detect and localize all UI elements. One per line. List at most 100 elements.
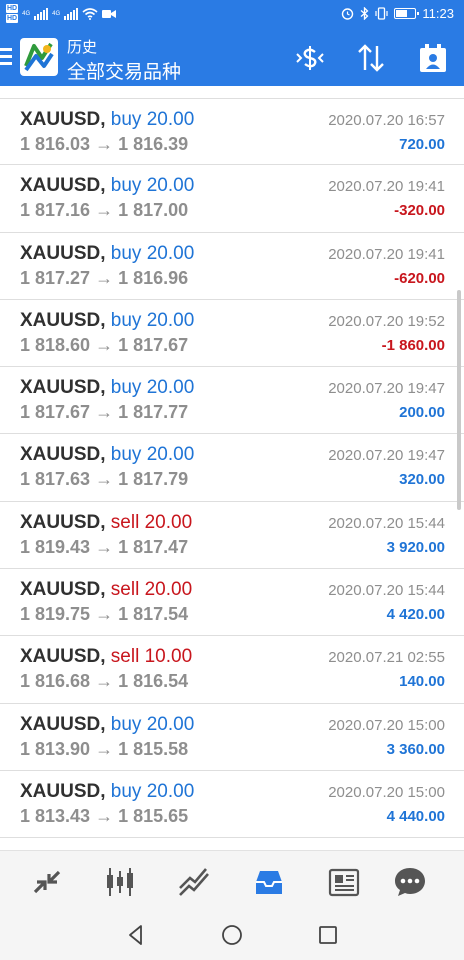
trade-prices: 1 813.43 → 1 815.65 <box>20 806 188 827</box>
close-price: 1 817.77 <box>118 402 189 423</box>
scrollbar[interactable] <box>457 290 461 510</box>
signal-icon <box>34 8 49 20</box>
calendar-icon[interactable] <box>417 42 449 74</box>
network-badges: HD HD <box>6 4 19 24</box>
trade-row[interactable]: XAUUSD, buy 20.00 1 816.03 → 1 816.39 2020… <box>0 98 464 166</box>
trade-side: buy 20.00 <box>110 242 195 264</box>
trade-symbol: XAUUSD, sell 10.00 <box>20 646 192 668</box>
app-logo[interactable] <box>20 38 58 76</box>
trade-symbol: XAUUSD, buy 20.00 <box>20 714 194 736</box>
close-price: 1 817.47 <box>118 536 189 557</box>
trade-row[interactable]: XAUUSD, buy 20.00 1 817.63 → 1 817.79 2020… <box>0 434 464 502</box>
trade-date: 2020.07.20 16:57 <box>328 112 445 129</box>
trade-profit: 4 440.00 <box>386 807 445 825</box>
trade-profit: 140.00 <box>399 673 445 691</box>
arrow-icon: → <box>95 536 114 557</box>
trade-profit: 320.00 <box>399 471 445 489</box>
status-left: HD HD 4G 4G <box>6 4 117 24</box>
trade-prices: 1 813.90 → 1 815.58 <box>20 739 188 760</box>
history-icon[interactable] <box>252 865 286 899</box>
symbol-name: XAUUSD, <box>20 309 106 331</box>
open-price: 1 817.16 <box>20 200 91 221</box>
open-price: 1 813.43 <box>20 805 91 826</box>
status-right: 11:23 <box>341 6 454 21</box>
trade-prices: 1 817.67 → 1 817.77 <box>20 402 188 423</box>
trade-row[interactable]: XAUUSD, sell 20.00 <box>0 838 464 850</box>
news-icon[interactable] <box>327 865 361 899</box>
wifi-icon <box>82 8 98 20</box>
trade-row[interactable]: XAUUSD, buy 20.00 1 818.60 → 1 817.67 2020… <box>0 300 464 368</box>
recents-icon[interactable] <box>316 923 340 947</box>
trade-profit: -1 860.00 <box>381 336 445 354</box>
trade-row[interactable]: XAUUSD, buy 20.00 1 817.27 → 1 816.96 2020… <box>0 233 464 300</box>
symbol-name: XAUUSD, <box>20 511 106 533</box>
trade-symbol: XAUUSD, buy 20.00 <box>20 377 194 399</box>
trade-row[interactable]: XAUUSD, sell 20.00 1 819.43 → 1 817.47 202… <box>0 502 464 570</box>
arrow-icon: → <box>95 267 114 288</box>
trade-symbol: XAUUSD, sell 20.00 <box>20 579 192 601</box>
back-icon[interactable] <box>124 923 148 947</box>
home-icon[interactable] <box>220 923 244 947</box>
vibrate-icon <box>375 7 389 20</box>
metatrader-logo-icon <box>23 41 55 73</box>
menu-icon[interactable] <box>0 48 12 68</box>
symbol-name: XAUUSD, <box>20 242 106 264</box>
trade-symbol: XAUUSD, buy 20.00 <box>20 310 194 332</box>
trade-icon[interactable] <box>177 865 211 899</box>
trade-prices: 1 817.27 → 1 816.96 <box>20 268 188 289</box>
trade-symbol: XAUUSD, buy 20.00 <box>20 444 194 466</box>
symbol-name: XAUUSD, <box>20 377 106 399</box>
trade-row[interactable]: XAUUSD, buy 20.00 1 813.90 → 1 815.58 2020… <box>0 704 464 771</box>
trade-history-list[interactable]: XAUUSD, buy 20.00 1 816.03 → 1 816.39 2020… <box>0 98 464 850</box>
arrow-icon: → <box>95 671 114 692</box>
symbol-filter[interactable]: 全部交易品种 <box>67 57 181 84</box>
arrow-icon: → <box>95 805 114 826</box>
arrow-icon: → <box>95 134 114 154</box>
trade-row[interactable]: XAUUSD, buy 20.00 1 813.43 → 1 815.65 2020… <box>0 771 464 839</box>
symbol-name: XAUUSD, <box>20 646 106 668</box>
trade-prices: 1 819.75 → 1 817.54 <box>20 604 188 625</box>
close-price: 1 816.39 <box>118 134 189 154</box>
bluetooth-icon <box>361 7 369 20</box>
trade-date: 2020.07.20 19:41 <box>328 245 445 263</box>
trade-side: buy 20.00 <box>110 444 195 466</box>
trade-side: buy 20.00 <box>110 377 195 399</box>
open-price: 1 817.27 <box>20 267 91 288</box>
arrow-icon: → <box>95 334 114 355</box>
arrow-icon: → <box>95 604 114 625</box>
trade-row[interactable]: XAUUSD, sell 20.00 1 819.75 → 1 817.54 202… <box>0 569 464 637</box>
trade-prices: 1 816.68 → 1 816.54 <box>20 671 188 692</box>
signal-label: 4G <box>22 11 31 17</box>
open-price: 1 813.90 <box>20 738 91 759</box>
trade-symbol: XAUUSD, buy 20.00 <box>20 175 194 197</box>
trade-row[interactable]: XAUUSD, sell 10.00 1 816.68 → 1 816.54 202… <box>0 636 464 704</box>
open-price: 1 819.43 <box>20 536 91 557</box>
trade-profit: 4 420.00 <box>386 606 445 624</box>
chat-icon[interactable] <box>393 865 427 899</box>
symbol-name: XAUUSD, <box>20 444 106 466</box>
quotes-icon[interactable] <box>30 865 64 899</box>
system-nav-bar <box>0 910 464 960</box>
trade-side: buy 20.00 <box>110 780 195 802</box>
trade-prices: 1 818.60 → 1 817.67 <box>20 335 188 356</box>
arrow-icon: → <box>95 200 114 221</box>
currency-icon[interactable] <box>294 42 326 74</box>
sort-icon[interactable] <box>355 42 387 74</box>
arrow-icon: → <box>95 738 114 759</box>
trade-prices: 1 816.03 → 1 816.39 <box>20 134 188 155</box>
network-badge: HD <box>6 4 19 13</box>
trade-prices: 1 819.43 → 1 817.47 <box>20 537 188 558</box>
trade-profit: 3 360.00 <box>386 740 445 758</box>
open-price: 1 817.63 <box>20 469 91 490</box>
trade-profit: 3 920.00 <box>386 538 445 556</box>
trade-date: 2020.07.20 19:47 <box>328 380 445 398</box>
trade-date: 2020.07.20 19:47 <box>328 447 445 465</box>
trade-profit: 720.00 <box>399 136 445 153</box>
chart-icon[interactable] <box>103 865 137 899</box>
trade-row[interactable]: XAUUSD, buy 20.00 1 817.16 → 1 817.00 2020… <box>0 165 464 233</box>
trade-row[interactable]: XAUUSD, buy 20.00 1 817.67 → 1 817.77 2020… <box>0 367 464 435</box>
close-price: 1 817.79 <box>118 469 189 490</box>
close-price: 1 817.67 <box>118 334 189 355</box>
trade-prices: 1 817.63 → 1 817.79 <box>20 469 188 490</box>
symbol-name: XAUUSD, <box>20 579 106 601</box>
